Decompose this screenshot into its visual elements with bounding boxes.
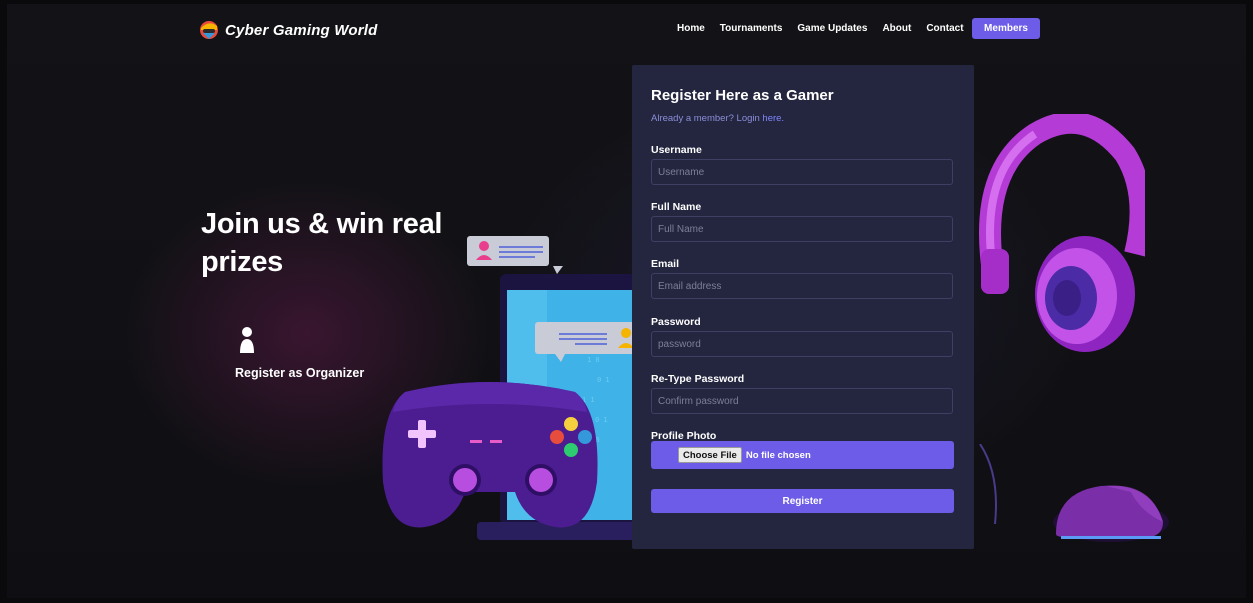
- retype-password-label: Re-Type Password: [651, 373, 745, 385]
- nav-item-home[interactable]: Home: [677, 22, 705, 36]
- file-status: No file chosen: [745, 449, 811, 461]
- register-organizer-link[interactable]: Register as Organizer: [235, 366, 364, 380]
- nav-item-tournaments[interactable]: Tournaments: [720, 22, 783, 36]
- login-prompt-text: Already a member? Login: [651, 113, 763, 124]
- password-label: Password: [651, 316, 701, 328]
- user-icon[interactable]: [240, 326, 254, 354]
- mouse-illustration: [1053, 485, 1169, 542]
- brand-name: Cyber Gaming World: [225, 21, 378, 39]
- hero-title: Join us & win real prizes: [201, 208, 443, 278]
- email-label: Email: [651, 258, 680, 270]
- password-input[interactable]: [651, 331, 953, 357]
- register-button[interactable]: Register: [651, 489, 954, 513]
- login-link[interactable]: here.: [762, 113, 784, 124]
- register-form-panel: Register Here as a Gamer Already a membe…: [632, 65, 974, 549]
- gamepad-illustration: [382, 382, 598, 528]
- username-input[interactable]: [651, 159, 953, 185]
- profile-photo-input[interactable]: Choose File No file chosen: [651, 441, 954, 469]
- headphones-illustration: [979, 114, 1145, 352]
- fullname-label: Full Name: [651, 201, 702, 213]
- page-background: 1 00 11 1 0 11 0: [7, 4, 1246, 598]
- nav-item-contact[interactable]: Contact: [926, 22, 963, 36]
- chat-bubble-illustration-2: [535, 322, 639, 362]
- chat-bubble-illustration: [467, 236, 563, 274]
- logo-icon: [200, 21, 218, 39]
- brand-logo[interactable]: Cyber Gaming World: [199, 20, 378, 40]
- nav-item-game-updates[interactable]: Game Updates: [797, 22, 867, 36]
- email-input[interactable]: [651, 273, 953, 299]
- cable-illustration: [979, 444, 997, 524]
- members-button[interactable]: Members: [972, 18, 1040, 39]
- form-title: Register Here as a Gamer: [651, 87, 834, 104]
- choose-file-button[interactable]: Choose File: [678, 447, 742, 463]
- login-prompt: Already a member? Login here.: [651, 113, 784, 124]
- main-nav: Home Tournaments Game Updates About Cont…: [677, 22, 979, 36]
- nav-item-about[interactable]: About: [882, 22, 911, 36]
- username-label: Username: [651, 144, 702, 156]
- retype-password-input[interactable]: [651, 388, 953, 414]
- fullname-input[interactable]: [651, 216, 953, 242]
